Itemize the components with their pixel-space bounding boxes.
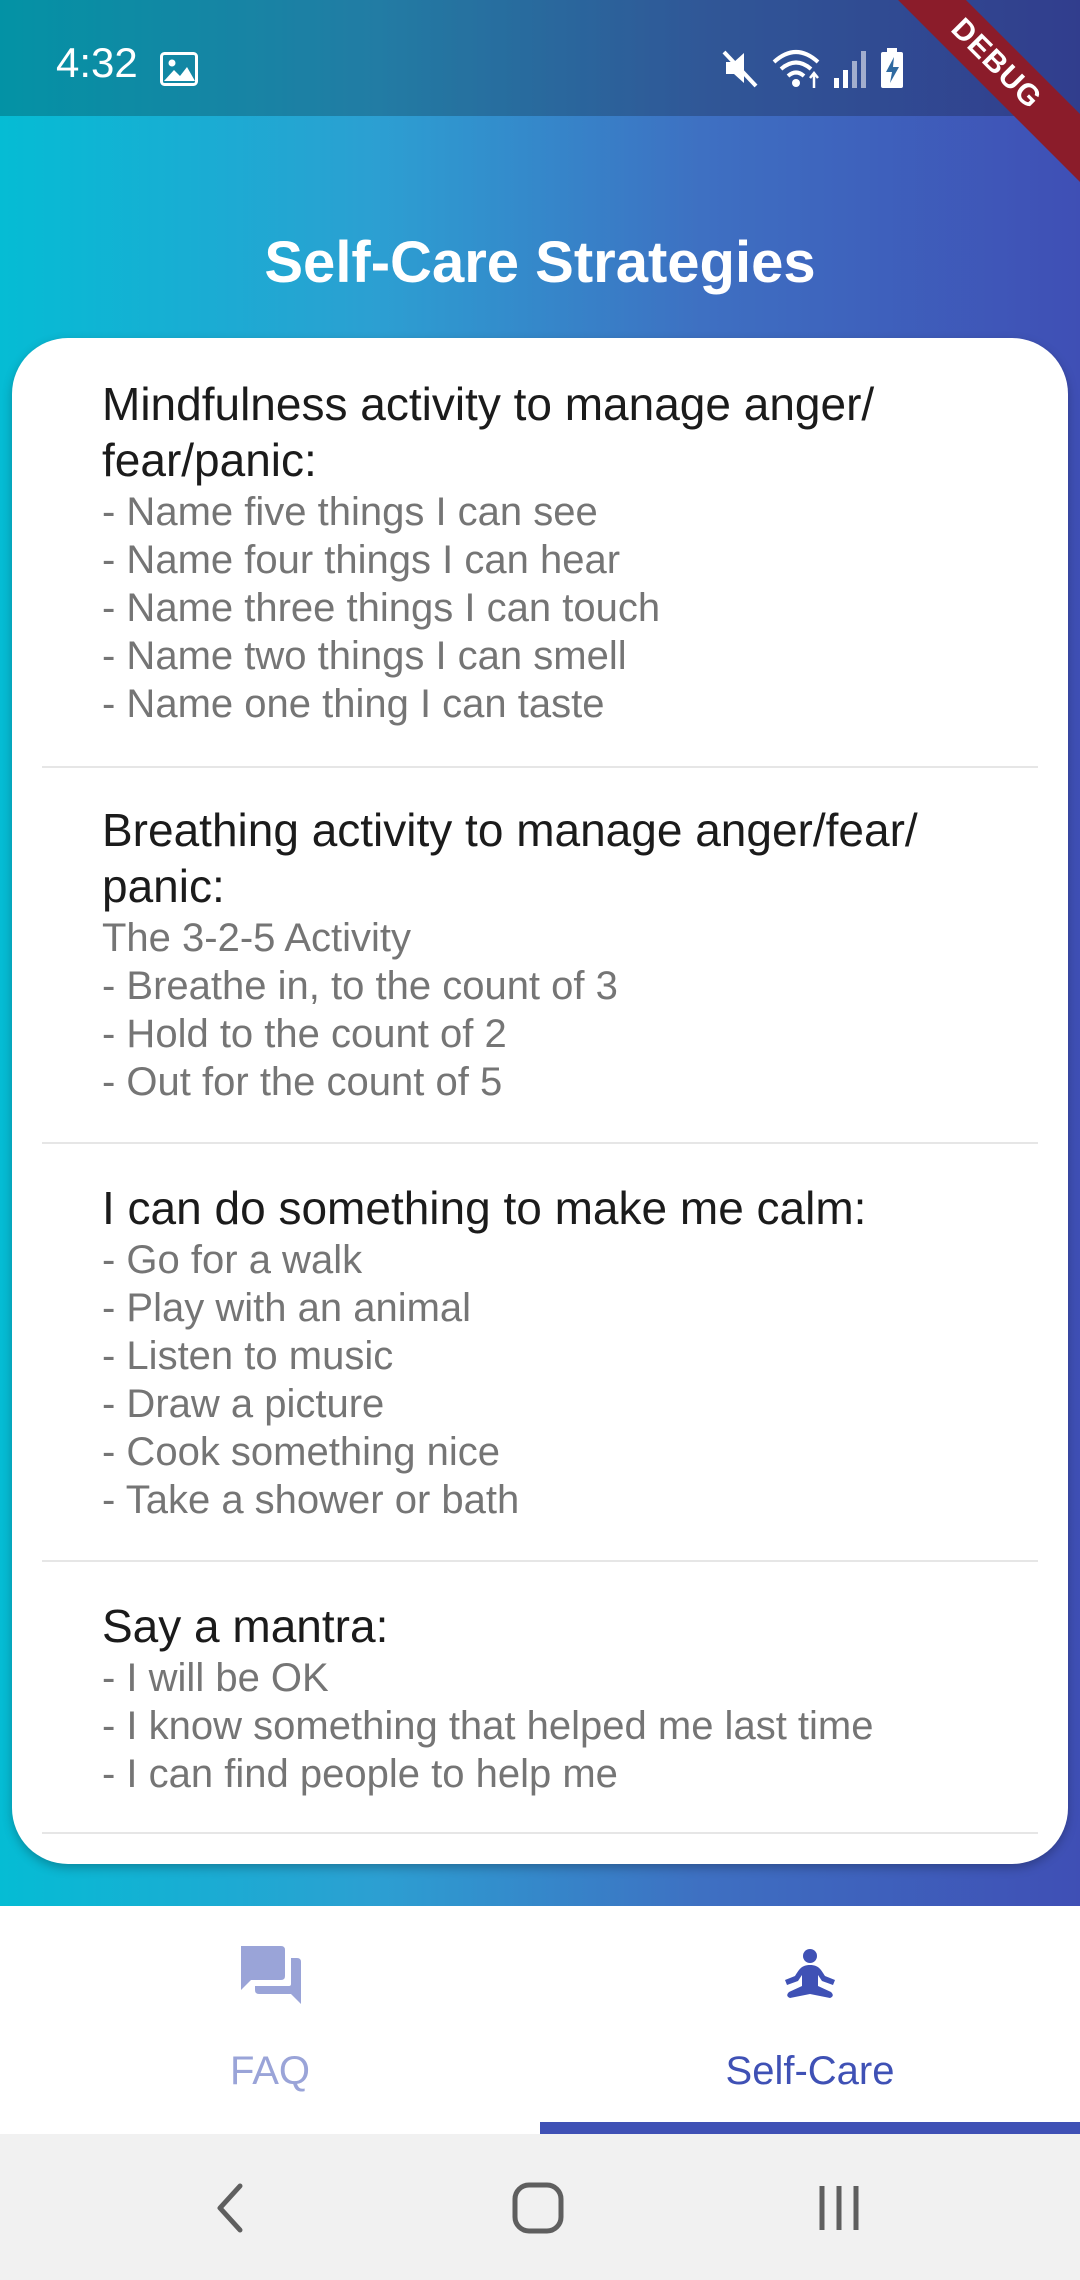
section-title: Breathing activity to manage anger/fear/… bbox=[102, 804, 918, 912]
status-time: 4:32 bbox=[56, 39, 138, 86]
wifi-icon bbox=[772, 50, 820, 88]
section-title: Mindfulness activity to manage anger/ fe… bbox=[102, 378, 875, 486]
section-line: - Name one thing I can taste bbox=[102, 682, 605, 726]
recents-icon[interactable] bbox=[814, 2178, 864, 2238]
section-line: - Listen to music bbox=[102, 1334, 394, 1378]
strategy-section-mindfulness: Mindfulness activity to manage anger/ fe… bbox=[42, 376, 1038, 768]
mute-icon bbox=[722, 50, 758, 88]
section-line: - I will be OK bbox=[102, 1656, 329, 1700]
section-line: - Name four things I can hear bbox=[102, 538, 621, 582]
section-line: - Name five things I can see bbox=[102, 490, 598, 534]
section-line: - Breathe in, to the count of 3 bbox=[102, 964, 618, 1008]
section-line: - Draw a picture bbox=[102, 1382, 385, 1426]
status-bar: 4:32 bbox=[0, 0, 1080, 116]
signal-icon bbox=[834, 51, 866, 88]
section-line: - Go for a walk bbox=[102, 1238, 363, 1282]
section-line: - Out for the count of 5 bbox=[102, 1060, 503, 1104]
forum-icon bbox=[241, 1946, 301, 2004]
section-line: - Name three things I can touch bbox=[102, 586, 661, 630]
system-navigation-bar bbox=[0, 2134, 1080, 2280]
bottom-navigation: FAQ Self-Care bbox=[0, 1906, 1080, 2134]
page-title: Self-Care Strategies bbox=[264, 229, 816, 295]
strategies-card: Mindfulness activity to manage anger/ fe… bbox=[12, 338, 1068, 1864]
back-icon[interactable] bbox=[210, 2178, 250, 2238]
tab-faq-label: FAQ bbox=[229, 2049, 311, 2093]
battery-charging-icon bbox=[881, 48, 903, 88]
section-line: - I can find people to help me bbox=[102, 1752, 618, 1796]
strategy-section-mantra: Say a mantra: - I will be OK - I know so… bbox=[42, 1598, 1038, 1834]
home-icon[interactable] bbox=[510, 2178, 566, 2238]
section-title: Say a mantra: bbox=[102, 1600, 389, 1652]
tab-faq[interactable]: FAQ bbox=[0, 1906, 540, 2134]
meditation-icon bbox=[785, 1949, 835, 1998]
strategy-section-breathing: Breathing activity to manage anger/fear/… bbox=[42, 802, 1038, 1144]
tab-self-care[interactable]: Self-Care bbox=[540, 1906, 1080, 2134]
section-line: - I know something that helped me last t… bbox=[102, 1704, 874, 1748]
section-line: The 3-2-5 Activity bbox=[102, 916, 412, 960]
section-line: - Name two things I can smell bbox=[102, 634, 627, 678]
section-line: - Cook something nice bbox=[102, 1430, 500, 1474]
selected-tab-indicator bbox=[540, 2122, 1080, 2134]
section-line: - Hold to the count of 2 bbox=[102, 1012, 507, 1056]
tab-self-care-label: Self-Care bbox=[725, 2049, 895, 2093]
section-line: - Take a shower or bath bbox=[102, 1478, 520, 1522]
gallery-icon bbox=[160, 52, 198, 86]
section-title: I can do something to make me calm: bbox=[102, 1182, 867, 1234]
section-line: - Play with an animal bbox=[102, 1286, 472, 1330]
strategy-section-calm: I can do something to make me calm: - Go… bbox=[42, 1180, 1038, 1562]
